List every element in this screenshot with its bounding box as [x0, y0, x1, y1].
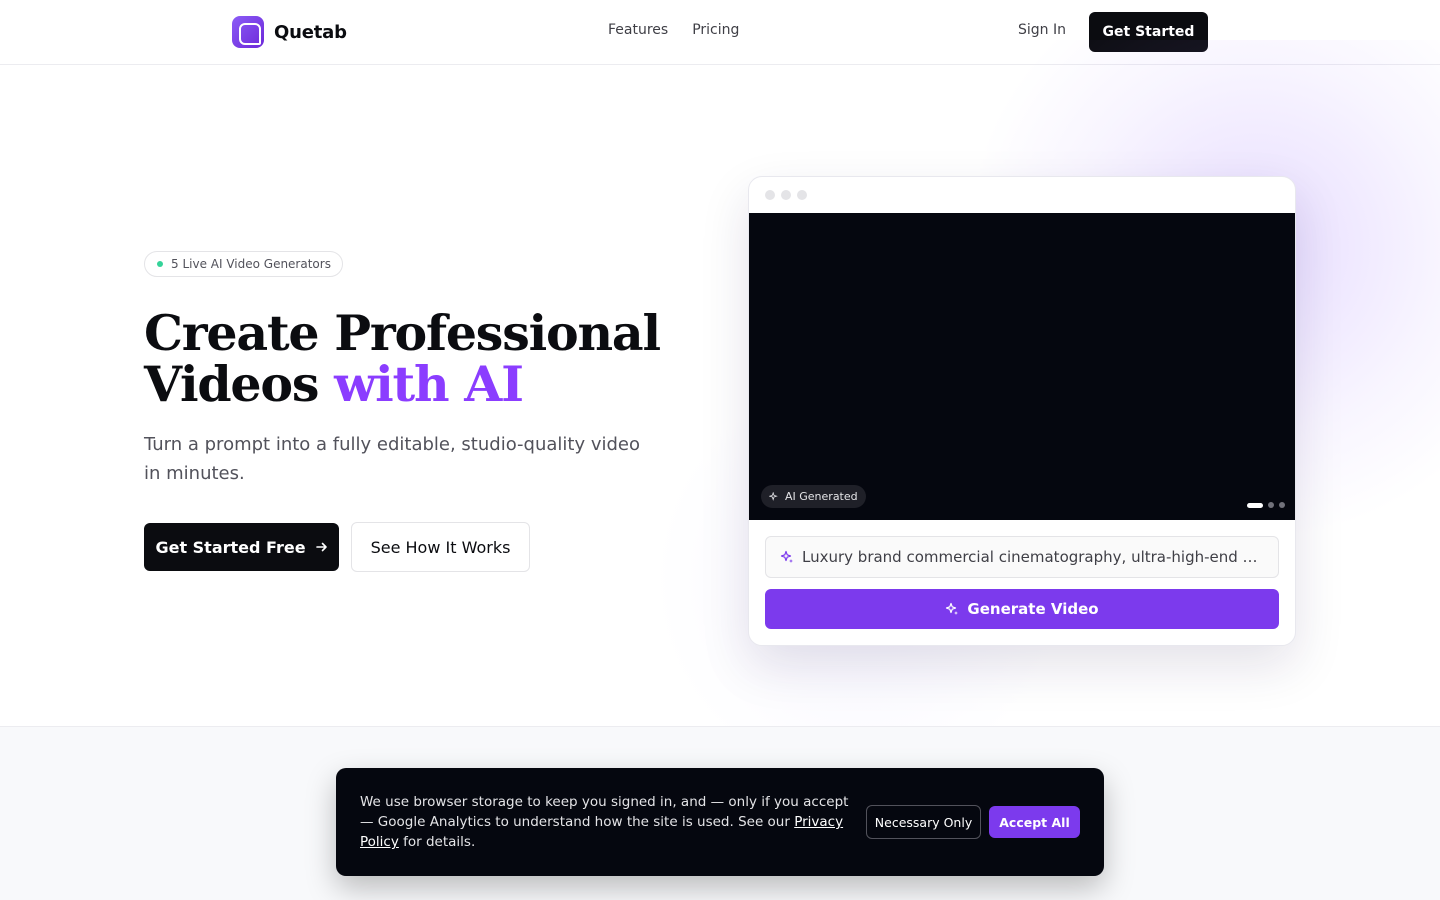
- video-preview[interactable]: AI Generated: [749, 213, 1295, 520]
- carousel-dot[interactable]: [1247, 502, 1263, 508]
- window-dot-icon: [781, 190, 791, 200]
- accept-all-button[interactable]: Accept All: [989, 806, 1080, 838]
- brand-name: Quetab: [274, 21, 347, 43]
- get-started-free-button[interactable]: Get Started Free: [144, 523, 339, 571]
- status-dot-icon: [157, 261, 163, 267]
- get-started-free-label: Get Started Free: [155, 537, 306, 557]
- window-dot-icon: [765, 190, 775, 200]
- sparkle-icon: [769, 491, 778, 501]
- hero-subhead: Turn a prompt into a fully editable, stu…: [144, 434, 641, 484]
- arrow-right-icon: [315, 542, 327, 552]
- cookie-banner: We use browser storage to keep you signe…: [336, 768, 1104, 876]
- sparkle-icon: [946, 602, 959, 615]
- cookie-text: We use browser storage to keep you signe…: [360, 792, 856, 852]
- ai-generated-tag: AI Generated: [761, 485, 866, 508]
- carousel-pager: [1247, 502, 1285, 508]
- badge-label: 5 Live AI Video Generators: [171, 257, 331, 271]
- generate-video-button[interactable]: Generate Video: [765, 589, 1279, 629]
- top-nav: Quetab Features Pricing Sign In Get Star…: [0, 0, 1440, 65]
- nav-link-features[interactable]: Features: [608, 22, 668, 38]
- brand-mark-icon: [232, 16, 264, 48]
- live-generators-badge: 5 Live AI Video Generators: [144, 251, 343, 277]
- ai-generated-label: AI Generated: [785, 490, 858, 503]
- get-started-button[interactable]: Get Started: [1089, 12, 1208, 52]
- nav-link-pricing[interactable]: Pricing: [692, 22, 739, 38]
- headline-line-1: Create Professional: [144, 304, 661, 362]
- cookie-text-before: We use browser storage to keep you signe…: [360, 794, 849, 830]
- sign-in-link[interactable]: Sign In: [1018, 22, 1066, 38]
- window-bar: [749, 177, 1295, 213]
- sparkle-icon: [780, 550, 793, 563]
- prompt-text: Luxury brand commercial cinematography, …: [802, 548, 1264, 566]
- video-demo-card: AI Generated Luxury brand commercial cin…: [748, 176, 1296, 646]
- nav-links: Features Pricing: [608, 22, 739, 38]
- carousel-dot[interactable]: [1268, 502, 1274, 508]
- necessary-only-button[interactable]: Necessary Only: [866, 805, 981, 839]
- carousel-dot[interactable]: [1279, 502, 1285, 508]
- generate-video-label: Generate Video: [967, 600, 1099, 618]
- headline-line-2: Videos: [144, 355, 335, 413]
- window-dot-icon: [797, 190, 807, 200]
- cookie-text-after: for details.: [398, 834, 476, 850]
- headline-accent: with AI: [334, 355, 524, 413]
- brand-logo[interactable]: Quetab: [232, 16, 347, 48]
- see-how-it-works-button[interactable]: See How It Works: [351, 522, 530, 572]
- hero-headline: Create Professional Videos with AI: [144, 308, 664, 410]
- prompt-input[interactable]: Luxury brand commercial cinematography, …: [765, 536, 1279, 578]
